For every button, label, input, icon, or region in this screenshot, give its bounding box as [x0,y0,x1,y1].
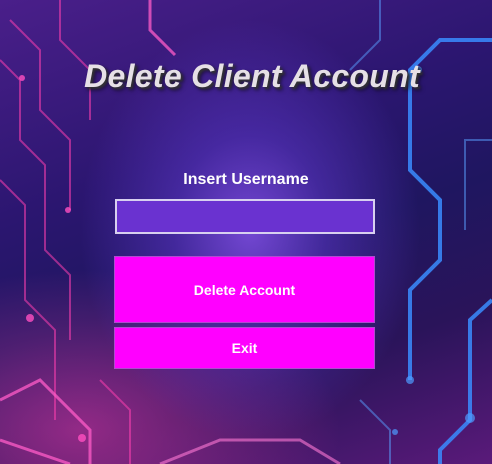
delete-account-button-label: Delete Account [193,281,296,298]
exit-button[interactable]: Exit [114,327,375,369]
page-title: Delete Client Account [84,58,420,94]
exit-button-label: Exit [231,340,258,356]
delete-client-window: Delete Client Account Insert Username De… [0,0,492,464]
username-label: Insert Username [183,171,309,188]
delete-account-button[interactable]: Delete Account [114,256,375,323]
username-input[interactable] [115,199,375,234]
